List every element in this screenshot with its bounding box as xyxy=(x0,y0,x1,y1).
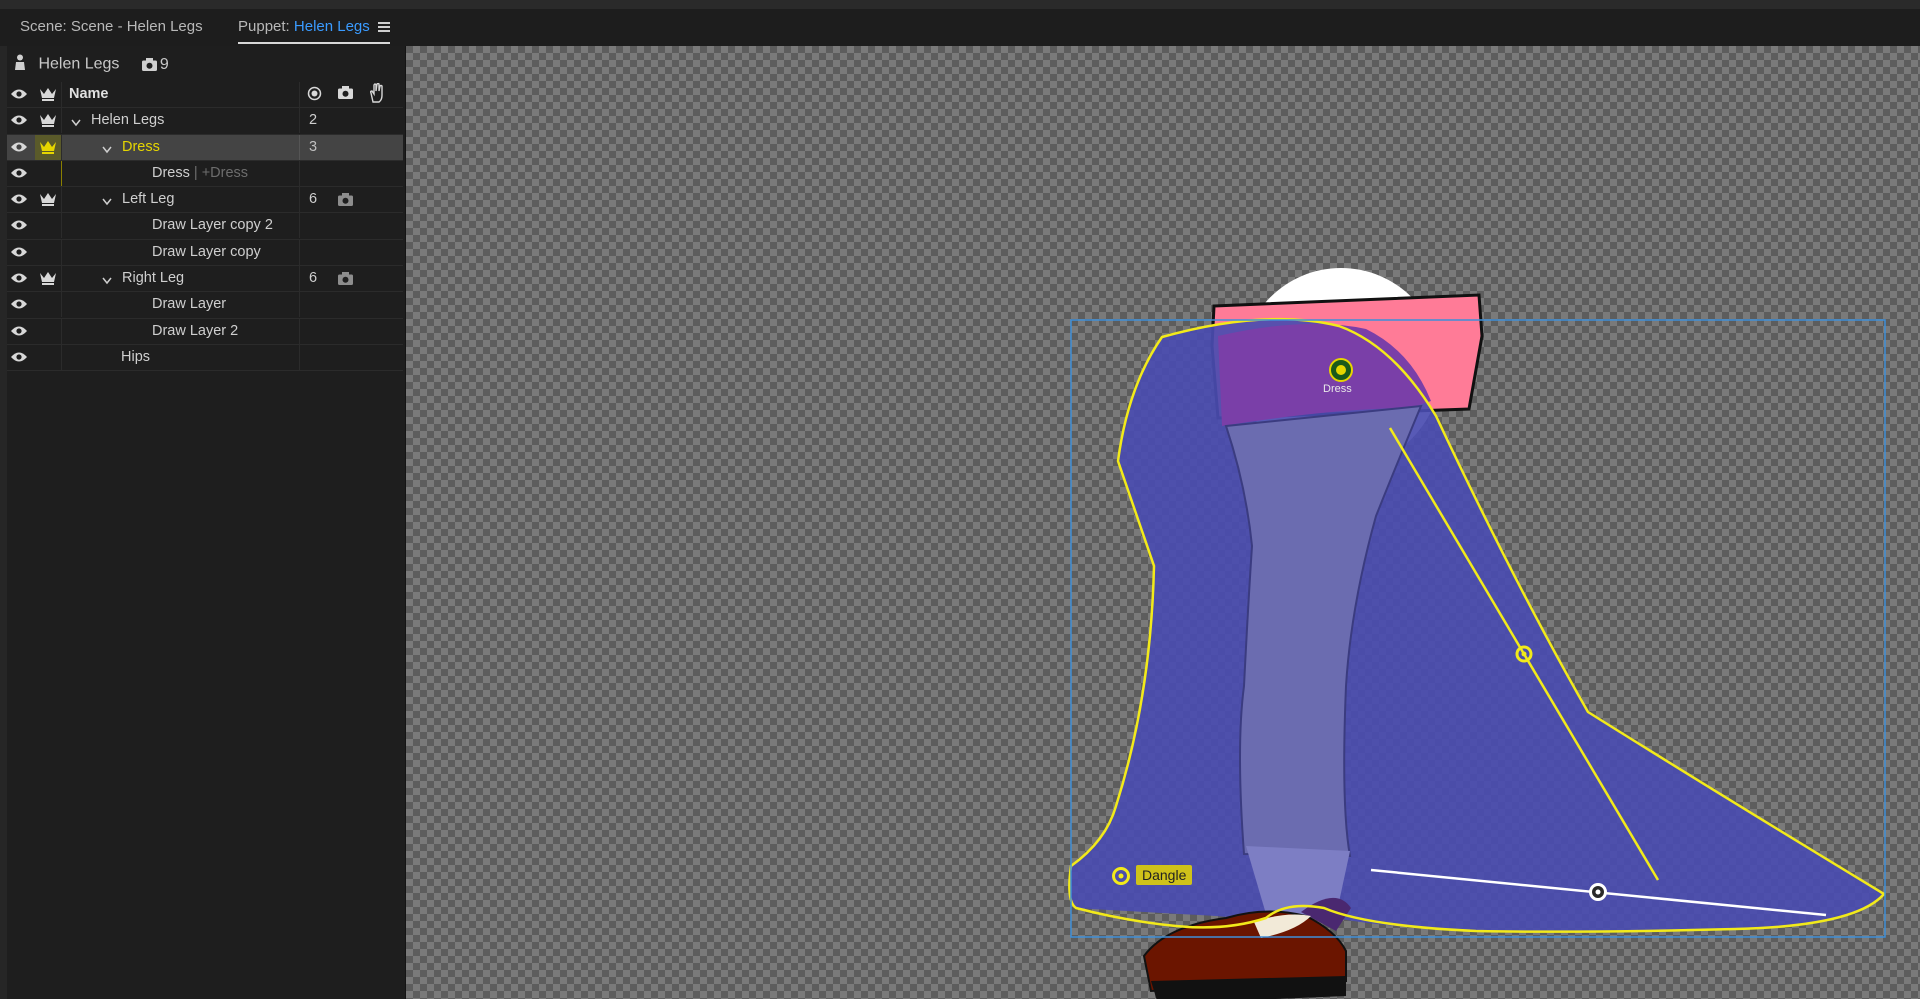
panel-tab-bar: Scene: Scene - Helen Legs Puppet: Helen … xyxy=(0,9,1920,47)
camera-icon xyxy=(338,193,353,210)
layer-count: 3 xyxy=(309,138,318,155)
puppet-header: Helen Legs 9 xyxy=(14,54,169,76)
crown-icon[interactable] xyxy=(35,134,62,160)
camera-icon xyxy=(338,86,353,103)
origin-icon xyxy=(307,86,322,105)
layer-row-draw-layer-2[interactable]: Draw Layer 2 xyxy=(7,318,403,345)
person-icon xyxy=(14,54,26,75)
dangle-handle-label[interactable]: Dangle xyxy=(1136,865,1193,885)
eye-icon[interactable] xyxy=(11,219,31,233)
layer-tag: | +Dress xyxy=(193,164,249,181)
eye-icon[interactable] xyxy=(11,298,31,312)
layer-row-helen-legs[interactable]: Helen Legs 2 xyxy=(7,108,403,135)
layer-row-hips[interactable]: Hips xyxy=(7,344,403,372)
layer-count: 6 xyxy=(309,270,318,287)
eye-icon[interactable] xyxy=(11,193,31,207)
camera-icon xyxy=(141,57,157,71)
crown-icon[interactable] xyxy=(35,266,62,292)
layer-label: Dress | +Dress xyxy=(152,164,249,181)
dress-handle-label: Dress xyxy=(1323,383,1352,395)
chevron-down-icon[interactable] xyxy=(71,115,81,127)
layer-row-dress-art[interactable]: Dress | +Dress xyxy=(7,160,403,188)
eye-icon[interactable] xyxy=(11,167,31,181)
chevron-down-icon[interactable] xyxy=(102,142,112,153)
layer-row-right-leg[interactable]: Right Leg 6 xyxy=(7,266,403,293)
eye-icon[interactable] xyxy=(11,351,31,365)
selection-guide xyxy=(61,160,62,186)
layer-label: Hips xyxy=(121,348,151,365)
puppet-artwork xyxy=(1068,268,1886,999)
scene-canvas[interactable]: Dress Dangle xyxy=(406,46,1920,999)
layer-count: 2 xyxy=(309,112,318,129)
dress-fill xyxy=(1069,319,1884,932)
menu-icon[interactable] xyxy=(377,20,390,34)
puppet-name: Helen Legs xyxy=(293,18,370,35)
crown-icon[interactable] xyxy=(35,187,62,213)
layer-row-dress[interactable]: Dress 3 xyxy=(7,134,403,161)
panel-edge xyxy=(0,46,7,999)
layer-label: Draw Layer xyxy=(152,296,227,313)
eye-icon[interactable] xyxy=(11,114,31,128)
chevron-down-icon[interactable] xyxy=(102,194,112,206)
layer-label: Dress xyxy=(122,138,160,155)
eye-icon[interactable] xyxy=(11,325,31,339)
crown-icon[interactable] xyxy=(35,108,62,134)
crown-icon[interactable] xyxy=(35,82,62,107)
tab-puppet[interactable]: Puppet: Helen Legs xyxy=(238,18,390,44)
layer-row-draw-layer-copy-2[interactable]: Draw Layer copy 2 xyxy=(7,213,403,240)
layer-list: Name Helen Legs 2 Dress 3 Dress | +Dress… xyxy=(7,82,403,372)
layer-label: Helen Legs xyxy=(91,112,165,129)
column-name[interactable]: Name xyxy=(69,86,109,102)
layer-label: Right Leg xyxy=(122,270,185,287)
layer-row-draw-layer[interactable]: Draw Layer xyxy=(7,292,403,319)
layer-list-header: Name xyxy=(7,82,403,109)
layer-label: Draw Layer 2 xyxy=(152,322,239,339)
layer-label: Left Leg xyxy=(122,191,175,208)
layer-label: Draw Layer copy xyxy=(152,243,261,260)
camera-icon xyxy=(338,272,353,289)
hand-icon xyxy=(369,82,385,107)
puppet-title: Helen Legs xyxy=(38,55,120,73)
eye-icon[interactable] xyxy=(11,88,31,102)
tab-scene[interactable]: Scene: Scene - Helen Legs xyxy=(20,18,203,35)
layer-row-draw-layer-copy[interactable]: Draw Layer copy xyxy=(7,239,403,267)
eye-icon[interactable] xyxy=(11,272,31,286)
layer-row-left-leg[interactable]: Left Leg 6 xyxy=(7,187,403,214)
eye-icon[interactable] xyxy=(11,141,31,155)
layer-label: Draw Layer copy 2 xyxy=(152,217,273,234)
take-count: 9 xyxy=(141,56,169,73)
puppet-panel: Helen Legs 9 Name Helen Legs 2 Dress 3 D… xyxy=(0,46,407,999)
eye-icon[interactable] xyxy=(11,246,31,260)
layer-count: 6 xyxy=(309,191,318,208)
chevron-down-icon[interactable] xyxy=(102,273,112,285)
